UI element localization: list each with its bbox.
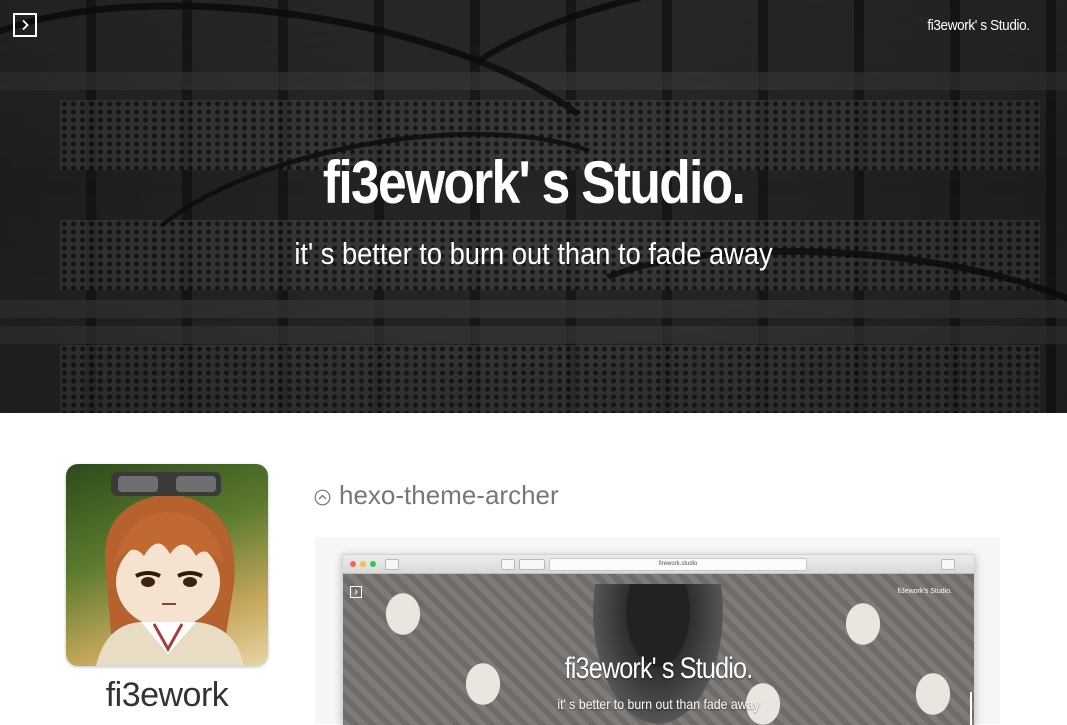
tabs-icon — [501, 559, 515, 570]
avatar — [66, 464, 268, 666]
avatar-illustration — [96, 472, 244, 666]
author-name: fi3ework — [105, 676, 229, 714]
back-forward-icon — [519, 559, 545, 570]
preview-toggle-icon — [350, 586, 362, 598]
browser-toolbar: firework.studio — [343, 555, 974, 574]
hero-banner: fi3ework' s Studio. fi3ework' s Studio. … — [0, 0, 1067, 413]
chevron-up-circle-icon[interactable] — [314, 489, 331, 506]
sidebar-toggle-button[interactable] — [13, 13, 37, 37]
chevron-right-icon — [22, 19, 29, 31]
share-icon — [941, 559, 955, 570]
minimize-dot-icon — [360, 561, 366, 567]
post-preview-image[interactable]: firework.studio fi3ework's Studio. fi3ew… — [315, 537, 1000, 725]
close-dot-icon — [350, 561, 356, 567]
browser-window-screenshot: firework.studio fi3ework's Studio. fi3ew… — [342, 554, 975, 725]
maximize-dot-icon — [370, 561, 376, 567]
preview-scrollbar — [970, 692, 972, 725]
preview-title: fi3ework' s Studio. — [564, 652, 754, 685]
post-header: hexo-theme-archer — [314, 480, 559, 511]
sidebar-icon — [385, 559, 399, 570]
url-bar: firework.studio — [549, 558, 807, 571]
preview-brand: fi3ework's Studio. — [897, 588, 952, 595]
site-brand-link[interactable]: fi3ework' s Studio. — [928, 17, 1031, 34]
site-title: fi3ework' s Studio. — [322, 149, 746, 216]
post-title-link[interactable]: hexo-theme-archer — [339, 480, 559, 511]
preview-subtitle: it' s better to burn out than fade away — [557, 696, 760, 712]
preview-page: fi3ework's Studio. fi3ework' s Studio. i… — [343, 574, 974, 725]
site-subtitle: it' s better to burn out than to fade aw… — [294, 236, 773, 271]
